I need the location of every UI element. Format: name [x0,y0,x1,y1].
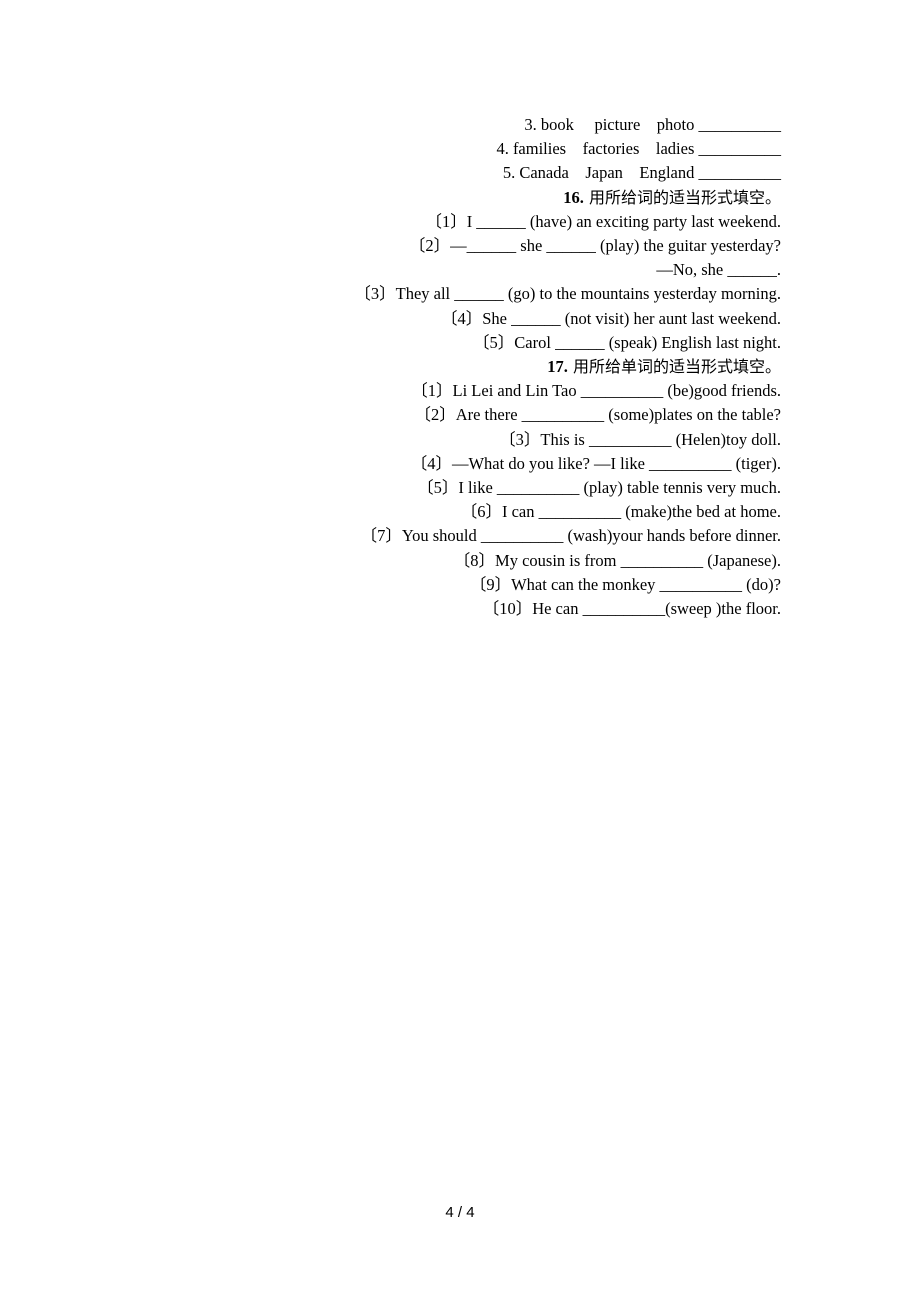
exercise-item: 〔4〕She ______ (not visit) her aunt last … [440,308,781,328]
exercise-item: —No, she ______. [656,260,781,280]
worksheet-content: 3. book picture photo __________ 4. fami… [261,113,781,621]
exercise-item: 〔7〕You should __________ (wash)your hand… [360,526,781,546]
exercise-item: 〔8〕My cousin is from __________ (Japanes… [453,550,781,570]
section-17-number: 17. [547,357,568,377]
exercise-item: 〔10〕He can __________(sweep )the floor. [482,599,781,619]
section-17-heading: 17. 用所给单词的适当形式填空。 [261,355,781,379]
exercise-item: 〔3〕They all ______ (go) to the mountains… [354,284,781,304]
exercise-item: 〔2〕—______ she ______ (play) the guitar … [408,236,781,256]
exercise-item: 〔9〕What can the monkey __________ (do)? [469,574,781,594]
option-row-4: 4. families factories ladies __________ [496,139,781,159]
section-17-instruction: 用所给单词的适当形式填空。 [567,357,781,377]
exercise-item: 〔4〕—What do you like? —I like __________… [410,453,781,473]
exercise-item: 〔2〕Are there __________ (some)plates on … [414,405,781,425]
exercise-item: 〔6〕I can __________ (make)the bed at hom… [460,502,781,522]
exercise-item: 〔1〕Li Lei and Lin Tao __________ (be)goo… [411,381,781,401]
section-16-number: 16. [563,187,584,207]
exercise-item: 〔1〕I ______ (have) an exciting party las… [425,211,781,231]
option-row-5: 5. Canada Japan England __________ [502,163,781,183]
exercise-item: 〔3〕This is __________ (Helen)toy doll. [499,429,781,449]
exercise-item: 〔5〕I like __________ (play) table tennis… [417,478,781,498]
page-number: 4 / 4 [445,1204,475,1221]
exercise-item: 〔5〕Carol ______ (speak) English last nig… [473,332,781,352]
section-16-instruction: 用所给词的适当形式填空。 [583,187,781,207]
option-row-3: 3. book picture photo __________ [524,115,781,134]
section-16-heading: 16. 用所给词的适当形式填空。 [261,186,781,210]
